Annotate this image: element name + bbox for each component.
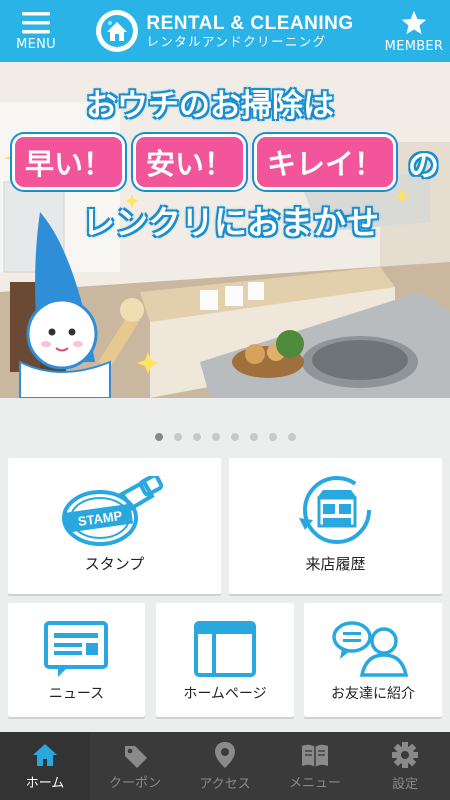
tab-home[interactable]: ホーム [0,732,90,800]
carousel-dot[interactable] [230,433,239,441]
invite-friend-card[interactable]: お友達に紹介 [304,603,442,717]
home-icon [33,743,57,766]
webpage-icon [194,621,256,677]
map-pin-icon [215,741,235,768]
hero-tagline: レンクリにおまかせ [82,203,379,242]
bottom-tab-bar: ホーム クーポン アクセス メニュー 設定 [0,732,450,800]
gear-icon [392,741,418,768]
coupon-tag-icon [125,745,147,768]
member-button[interactable]: MEMBER [378,0,450,62]
carousel-dots [0,433,450,441]
news-card[interactable]: ニュース [8,603,145,717]
tab-settings[interactable]: 設定 [360,732,450,800]
star-icon [401,10,427,34]
carousel-dot[interactable] [154,433,163,441]
homepage-label: ホームページ [183,686,267,702]
carousel-dot[interactable] [192,433,201,441]
carousel-dot[interactable] [211,433,220,441]
book-icon [302,744,328,767]
hero-copy: おウチのお掃除は 早い！ 安い！ キレイ！ の レンクリにおまかせ [0,62,450,398]
visit-history-label: 来店履歴 [305,555,366,573]
logo-japanese-text: レンタルアンドクリーニング [146,33,327,49]
hero-banner[interactable]: おウチのお掃除は 早い！ 安い！ キレイ！ の レンクリにおまかせ [0,62,450,398]
news-icon [44,621,108,677]
menu-button[interactable]: MENU [0,0,72,62]
tab-label: メニュー [288,775,341,791]
stamp-card[interactable]: STAMP スタンプ [8,458,221,594]
tab-coupon[interactable]: クーポン [90,732,180,800]
carousel-dot[interactable] [287,433,296,441]
hero-pill-cheap: 安い！ [133,134,247,190]
hero-pills: 早い！ 安い！ キレイ！ の [12,134,439,190]
stamp-icon: STAMP [62,476,164,546]
hero-headline: おウチのお掃除は [86,88,334,124]
shop-history-icon [299,476,371,544]
carousel-dot[interactable] [268,433,277,441]
stamp-label: スタンプ [84,555,145,573]
app-header: MENU RENTAL & CLEANING レンタルアンドクリーニング MEM… [0,0,450,62]
hero-pill-fast: 早い！ [12,134,126,190]
tab-label: アクセス [199,776,251,792]
hero-particle: の [408,147,440,184]
logo-english-text: RENTAL & CLEANING [146,12,354,34]
invite-friend-label: お友達に紹介 [331,686,415,702]
carousel-dot[interactable] [249,433,258,441]
house-logo-icon [96,10,139,52]
tab-label: 設定 [391,776,418,792]
tab-label: クーポン [108,775,161,791]
invite-friend-icon [332,621,409,677]
news-label: ニュース [48,686,105,702]
hero-pill-clean: キレイ！ [254,134,397,190]
app-logo: RENTAL & CLEANING レンタルアンドクリーニング [96,10,353,52]
menu-label: MENU [16,36,56,52]
homepage-card[interactable]: ホームページ [156,603,294,717]
member-label: MEMBER [384,38,444,54]
tab-label: ホーム [25,775,65,791]
tab-access[interactable]: アクセス [180,732,270,800]
hamburger-icon [22,11,50,33]
tab-menu[interactable]: メニュー [270,732,360,800]
carousel-dot[interactable] [173,433,182,441]
visit-history-card[interactable]: 来店履歴 [229,458,442,594]
